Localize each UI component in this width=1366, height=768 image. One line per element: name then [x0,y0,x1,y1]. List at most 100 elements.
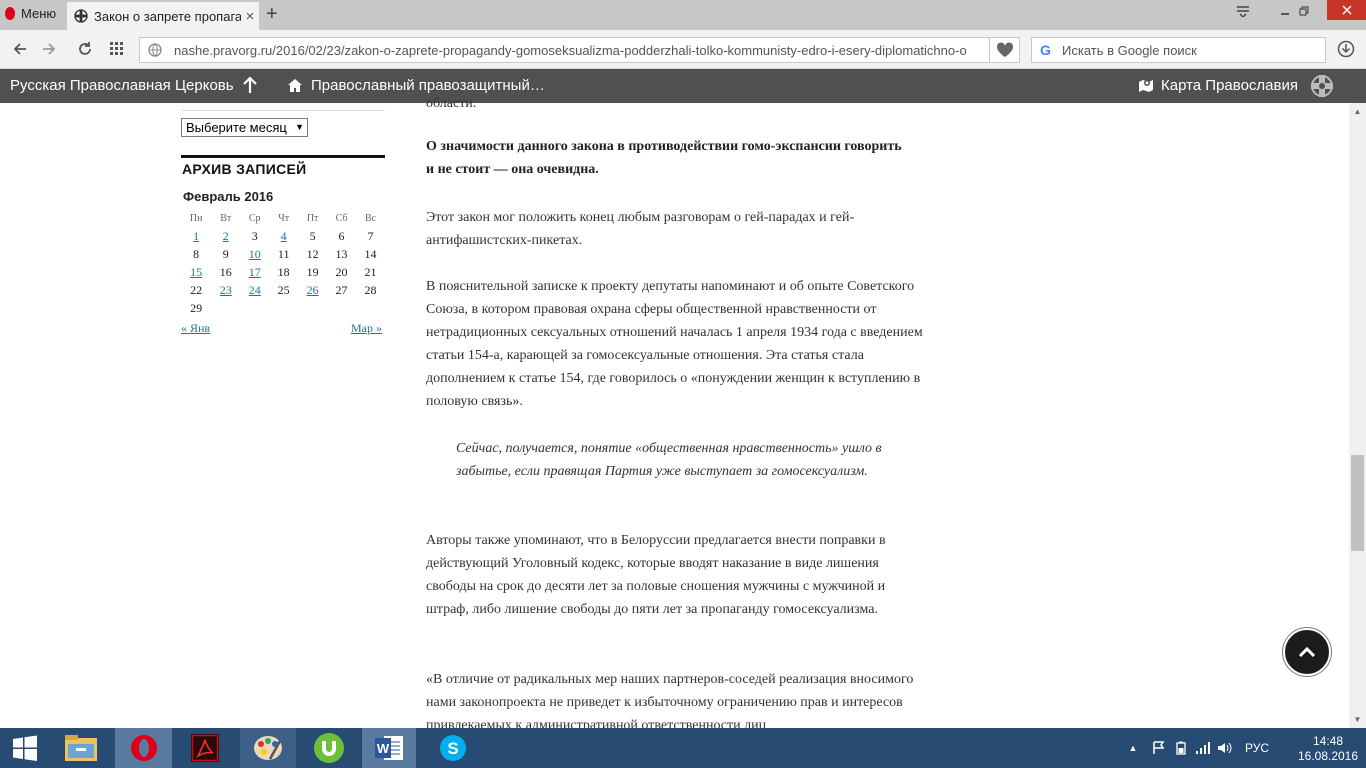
bookmark-heart-icon[interactable] [990,37,1020,63]
paint-icon[interactable] [240,728,296,768]
volume-icon[interactable] [1217,741,1233,755]
word-icon[interactable]: W [362,728,416,768]
svg-text:W: W [377,741,390,756]
weekday-label: Вт [220,212,232,224]
calendar-day: 3 [251,228,258,243]
archive-title-rule [181,155,385,158]
weekday-label: Вс [364,212,377,224]
scroll-down-arrow-icon[interactable]: ▼ [1349,711,1366,728]
weekday-label: Пн [189,212,203,224]
new-tab-button[interactable]: + [266,4,284,24]
calendar-day-link[interactable]: 10 [240,245,269,263]
taskbar-clock[interactable]: 14:48 16.08.2016 [1296,734,1360,764]
start-button[interactable] [0,728,50,768]
orthodox-cross-icon[interactable] [1310,74,1334,98]
file-explorer-icon[interactable] [56,728,106,768]
map-nav-label: Карта Православия [1161,77,1298,94]
calendar-caption: Февраль 2016 [183,189,274,204]
map-nav-link[interactable]: Карта Православия [1138,77,1298,94]
opera-menu-button[interactable]: Меню [0,0,62,26]
tab-menu-icon[interactable] [1224,0,1262,22]
opera-icon[interactable] [115,728,172,768]
sidebar-divider [181,110,385,111]
archive-calendar: Пн Вт Ср Чт Пт Сб Вс 1 2 3 4 5 6 7 8 9 10 11 12 13 14… [181,209,385,317]
calendar-day: 9 [222,246,229,261]
calendar-day-link[interactable]: 23 [211,281,240,299]
network-signal-icon[interactable] [1195,741,1211,755]
calendar-day: 5 [309,228,316,243]
calendar-day-link[interactable]: 1 [181,227,211,245]
tab-title: Закон о запрете пропага [94,8,241,24]
archive-month-select[interactable]: Выберите месяц ▼ [181,118,308,137]
speed-dial-grid-icon[interactable] [107,39,127,59]
weekday-label: Пт [306,212,319,224]
calendar-day [211,299,240,317]
calendar-prev-month-link[interactable]: « Янв [181,321,210,336]
calendar-day: 11 [277,246,290,261]
calendar-next-month-link[interactable]: Мар » [351,321,382,336]
calendar-day: 28 [364,282,377,297]
forward-button[interactable] [39,39,59,59]
article-paragraph: В пояснительной записке к проекту депута… [426,279,923,409]
site-info-icon[interactable] [148,43,162,57]
article-blockquote: Сейчас, получается, понятие «общественна… [456,441,882,479]
restore-button[interactable] [1285,0,1323,22]
opera-menu-label: Меню [21,5,57,21]
calendar-day-link[interactable]: 17 [240,263,269,281]
scroll-up-arrow-icon[interactable]: ▲ [1349,103,1366,120]
opera-logo-icon [5,6,15,20]
reload-button[interactable] [75,39,95,59]
scrollbar-thumb[interactable] [1351,455,1364,551]
acrobat-icon[interactable] [180,728,230,768]
show-hidden-icons-icon[interactable]: ▲ [1125,743,1141,753]
calendar-day: 8 [193,246,200,261]
home-icon [288,79,302,92]
chevron-down-icon: ▼ [295,122,304,132]
calendar-day: 13 [335,246,348,261]
article-body: области. О значимости данного закона в п… [426,80,926,728]
battery-icon[interactable] [1173,741,1189,755]
close-window-button[interactable] [1327,0,1366,20]
calendar-day-link[interactable]: 4 [269,227,298,245]
calendar-day-link[interactable]: 15 [181,263,211,281]
calendar-day-link[interactable]: 24 [240,281,269,299]
article-paragraph-fragment: области. [426,96,477,111]
skype-icon[interactable]: S [428,728,478,768]
site-title-link[interactable]: Русская Православная Церковь [10,77,234,94]
calendar-day [298,299,327,317]
back-button[interactable] [10,39,30,59]
archive-widget-title: АРХИВ ЗАПИСЕЙ [182,161,307,177]
page-scrollbar[interactable] [1349,103,1366,728]
calendar-day: 25 [277,282,290,297]
calendar-day: 6 [338,228,345,243]
calendar-day: 22 [190,282,203,297]
back-to-top-button[interactable] [1283,628,1331,676]
calendar-day [269,299,298,317]
site-favicon-icon [74,9,88,23]
utorrent-icon[interactable] [304,728,354,768]
calendar-day-link[interactable]: 2 [211,227,240,245]
google-icon: G [1040,42,1051,58]
url-field[interactable]: nashe.pravorg.ru/2016/02/23/zakon-o-zapr… [139,37,990,63]
calendar-week-row: 22 23 24 25 26 27 28 [181,281,385,299]
search-field[interactable]: G Искать в Google поиск [1031,37,1326,63]
calendar-day: 14 [364,246,377,261]
calendar-week-row: 8 9 10 11 12 13 14 [181,245,385,263]
article-paragraph: Авторы также упоминают, что в Белоруссии… [426,533,886,617]
calendar-day: 16 [219,264,232,279]
browser-tab[interactable]: Закон о запрете пропага × [67,2,259,30]
map-pin-icon [1139,79,1153,92]
downloads-icon[interactable] [1336,39,1356,59]
input-language-indicator[interactable]: РУС [1245,741,1269,755]
calendar-day: 20 [335,264,348,279]
tab-close-icon[interactable]: × [241,8,259,25]
svg-text:S: S [447,739,458,758]
up-arrow-icon[interactable] [241,75,259,95]
calendar-day-link[interactable]: 26 [298,281,327,299]
calendar-day: 7 [367,228,374,243]
calendar-week-row: 12345 6 7 [181,227,385,245]
system-tray: ▲ РУС [1125,728,1270,768]
action-center-flag-icon[interactable] [1151,741,1167,755]
calendar-day [327,299,356,317]
calendar-weekday-row: Пн Вт Ср Чт Пт Сб Вс [181,209,385,227]
